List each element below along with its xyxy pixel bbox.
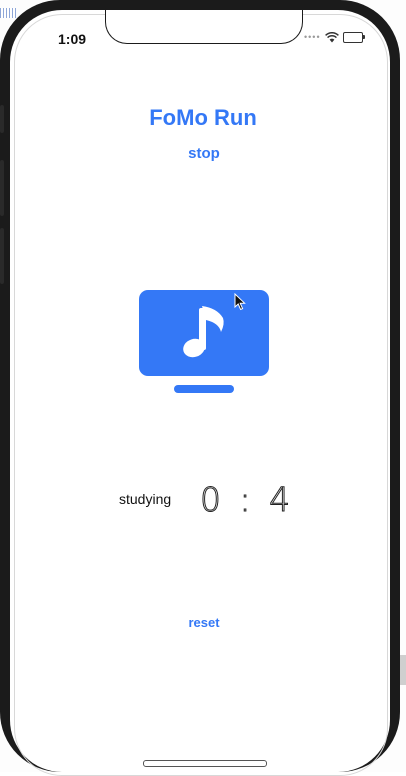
stop-button[interactable]: stop (183, 145, 225, 162)
wifi-icon (324, 31, 339, 42)
music-tv-icon (139, 290, 269, 394)
battery-icon (342, 31, 366, 43)
device-screen: 1:09 •••• FoMo Run stop studying 0 : 4 r… (0, 0, 406, 776)
mouse-cursor-icon (234, 293, 246, 311)
volume-up-button (0, 160, 4, 216)
timer-display: 0 : 4 (199, 480, 295, 520)
app-title: FoMo Run (149, 105, 257, 130)
edge-strip-right (400, 655, 406, 685)
volume-down-button (0, 228, 4, 284)
home-indicator[interactable] (143, 760, 267, 767)
status-icons: •••• (304, 31, 366, 43)
signal-dots-icon: •••• (304, 32, 321, 42)
edge-strip (0, 8, 16, 18)
notch (105, 10, 303, 44)
reset-button[interactable]: reset (184, 615, 224, 630)
activity-label: studying (119, 491, 172, 507)
status-time: 1:09 (58, 31, 87, 47)
